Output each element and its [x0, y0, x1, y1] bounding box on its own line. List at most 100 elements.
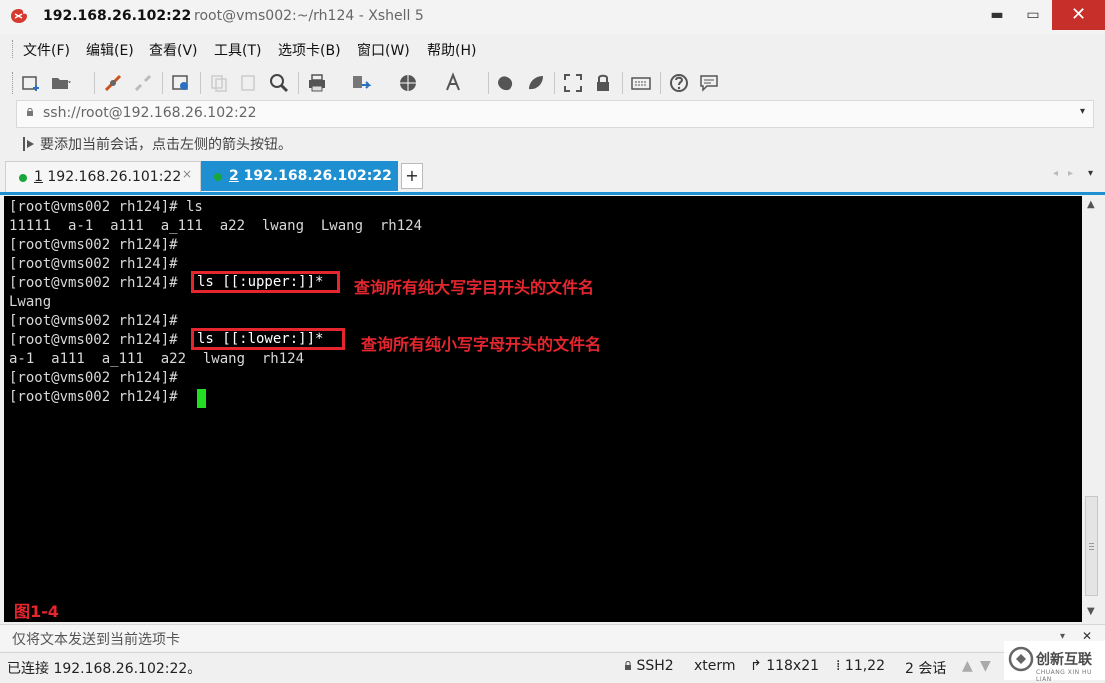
- terminal-line: [root@vms002 rh124]#: [9, 370, 178, 386]
- paste-icon[interactable]: [238, 72, 260, 94]
- terminal-line: [root@vms002 rh124]#: [9, 332, 187, 348]
- menu-window[interactable]: 窗口(W): [357, 40, 410, 60]
- xftp-icon[interactable]: [495, 72, 517, 94]
- scroll-down-icon[interactable]: ▼: [980, 658, 991, 674]
- session-count: 2 会话: [905, 661, 947, 677]
- grip-line: [1089, 549, 1094, 550]
- arrow-button-icon[interactable]: [22, 136, 36, 152]
- find-icon[interactable]: [268, 72, 290, 94]
- menu-view[interactable]: 查看(V): [149, 40, 198, 60]
- watermark: 创新互联 CHUANG XIN HU LIAN: [1004, 641, 1105, 683]
- menu-help[interactable]: 帮助(H): [427, 40, 476, 60]
- help-icon[interactable]: [668, 72, 690, 94]
- terminal-size: ↱ 118x21: [750, 658, 819, 674]
- toolbar-separator: [200, 72, 201, 94]
- globe-icon[interactable]: [397, 72, 419, 94]
- connected-status-icon: [214, 173, 222, 181]
- terminal-size-value: 118x21: [766, 658, 820, 674]
- address-input[interactable]: ssh://root@192.168.26.102:22: [43, 105, 257, 121]
- protocol-label: SSH2: [636, 658, 674, 674]
- transfer-icon[interactable]: [350, 72, 372, 94]
- highlighted-command: ls [[:upper:]]*: [191, 271, 340, 293]
- xshell-logo-icon: [11, 9, 27, 23]
- toolbar-separator: [162, 72, 163, 94]
- tab-session-1[interactable]: 1 192.168.26.101:22 ×: [5, 161, 201, 192]
- print-icon[interactable]: [306, 72, 328, 94]
- terminal-line: Lwang: [9, 294, 52, 310]
- tab-number: 1: [34, 169, 43, 185]
- protocol-status: SSH2: [624, 658, 674, 674]
- title-bar[interactable]: 192.168.26.102:22 root@vms002:~/rh124 - …: [0, 0, 1105, 34]
- cursor-position-value: 11,22: [844, 658, 885, 674]
- scroll-up-icon[interactable]: ▲: [1087, 199, 1095, 210]
- add-tab-button[interactable]: +: [401, 163, 423, 189]
- window-title: root@vms002:~/rh124 - Xshell 5: [194, 8, 424, 24]
- terminal-scrollbar[interactable]: ▲ ▼: [1083, 196, 1101, 622]
- tab-label: 192.168.26.102:22: [243, 168, 392, 184]
- properties-icon[interactable]: [170, 72, 192, 94]
- keyboard-icon[interactable]: [630, 72, 652, 94]
- terminal[interactable]: [root@vms002 rh124]# ls 11111 a-1 a111 a…: [4, 196, 1082, 622]
- disconnect-icon[interactable]: [132, 72, 154, 94]
- maximize-button[interactable]: ▭: [1015, 0, 1051, 30]
- toolbar-separator: [94, 72, 95, 94]
- status-bar: 已连接 192.168.26.102:22。 SSH2 xterm ↱ 118x…: [0, 652, 1105, 681]
- connect-icon[interactable]: [102, 72, 124, 94]
- compose-bar[interactable]: 仅将文本发送到当前选项卡 ▾ ✕: [0, 624, 1105, 651]
- chat-icon[interactable]: [698, 72, 720, 94]
- scroll-down-icon[interactable]: ▼: [1087, 606, 1095, 617]
- session-hint-text: 要添加当前会话，点击左侧的箭头按钮。: [40, 137, 292, 153]
- menu-tools[interactable]: 工具(T): [214, 40, 261, 60]
- menu-tab[interactable]: 选项卡(B): [278, 40, 341, 60]
- lock-icon[interactable]: [592, 72, 614, 94]
- tab-strip: 1 192.168.26.101:22 × 2 192.168.26.102:2…: [0, 160, 1105, 195]
- tab-number: 2: [229, 168, 239, 184]
- new-session-icon[interactable]: [20, 72, 42, 94]
- close-button[interactable]: ✕: [1052, 0, 1105, 30]
- scroll-up-icon[interactable]: ▲: [962, 658, 973, 674]
- toolbar-grip[interactable]: [12, 72, 15, 94]
- annotation-uppercase: 查询所有纯大写字目开头的文件名: [354, 278, 595, 297]
- figure-label: 图1-4: [14, 602, 59, 621]
- watermark-subtext: CHUANG XIN HU LIAN: [1036, 669, 1092, 683]
- connected-status-icon: [19, 174, 27, 182]
- terminal-line: [root@vms002 rh124]#: [9, 275, 187, 291]
- terminal-line: [root@vms002 rh124]#: [9, 256, 178, 272]
- tab-scroll-right-icon[interactable]: ▸: [1068, 168, 1073, 179]
- toolbar: [0, 66, 1105, 98]
- copy-icon[interactable]: [208, 72, 230, 94]
- tab-scroll-left-icon[interactable]: ◂: [1053, 168, 1058, 179]
- terminal-line: [root@vms002 rh124]#: [9, 389, 187, 405]
- menu-edit[interactable]: 编辑(E): [86, 40, 134, 60]
- terminal-line: [root@vms002 rh124]#: [9, 313, 178, 329]
- window-title-host: 192.168.26.102:22: [43, 8, 192, 24]
- address-bar[interactable]: ssh://root@192.168.26.102:22 ▾: [16, 100, 1094, 128]
- session-hint-bar: 要添加当前会话，点击左侧的箭头按钮。: [0, 130, 1105, 156]
- lock-icon: [625, 661, 631, 670]
- toolbar-separator: [660, 72, 661, 94]
- size-icon: ↱: [750, 658, 762, 674]
- minimize-button[interactable]: ▬: [979, 0, 1015, 30]
- watermark-logo-icon: [1008, 646, 1034, 672]
- address-dropdown-icon[interactable]: ▾: [1080, 106, 1085, 117]
- menu-file[interactable]: 文件(F): [23, 40, 70, 60]
- menu-grip[interactable]: [12, 40, 15, 58]
- toolbar-separator: [554, 72, 555, 94]
- grip-line: [1089, 546, 1094, 547]
- xmanager-icon[interactable]: [525, 72, 547, 94]
- open-folder-icon[interactable]: [50, 72, 72, 94]
- tab-session-2[interactable]: 2 192.168.26.102:22: [201, 161, 398, 191]
- terminal-line: [root@vms002 rh124]#: [9, 237, 178, 253]
- tab-menu-icon[interactable]: ▾: [1088, 168, 1093, 179]
- toolbar-separator: [622, 72, 623, 94]
- menu-bar: 文件(F) 编辑(E) 查看(V) 工具(T) 选项卡(B) 窗口(W) 帮助(…: [0, 36, 1105, 62]
- terminal-type: xterm: [694, 658, 736, 674]
- cursor-position: ⁞ 11,22: [836, 658, 885, 674]
- cursor-position-icon: ⁞: [836, 658, 841, 674]
- fullscreen-icon[interactable]: [562, 72, 584, 94]
- compose-target-label[interactable]: 仅将文本发送到当前选项卡: [12, 629, 180, 649]
- scrollbar-thumb[interactable]: [1085, 496, 1098, 596]
- font-icon[interactable]: [443, 72, 465, 94]
- terminal-line: 11111 a-1 a111 a_111 a22 lwang Lwang rh1…: [9, 218, 423, 234]
- tab-close-icon[interactable]: ×: [182, 167, 192, 181]
